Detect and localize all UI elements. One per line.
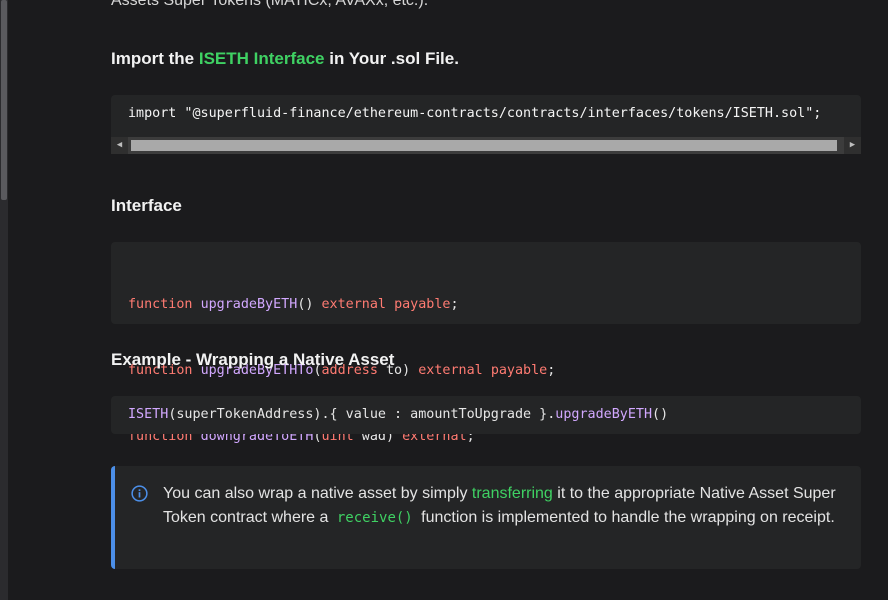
example-code: ISETH(superTokenAddress).{ value : amoun… <box>128 407 669 422</box>
example-heading: Example - Wrapping a Native Asset <box>111 350 395 369</box>
iseth-interface-link[interactable]: ISETH Interface <box>199 49 325 68</box>
import-code: import "@superfluid-finance/ethereum-con… <box>128 106 822 121</box>
page-scrollbar-thumb[interactable] <box>1 0 7 200</box>
info-admonition: You can also wrap a native asset by simp… <box>111 466 861 569</box>
import-heading: Import the ISETH Interface in Your .sol … <box>111 49 459 69</box>
code-line: function upgradeByETH() external payable… <box>128 297 459 312</box>
import-code-block: import "@superfluid-finance/ethereum-con… <box>111 95 861 154</box>
interface-code-block: function upgradeByETH() external payable… <box>111 242 861 444</box>
info-icon <box>131 485 148 502</box>
page-scrollbar[interactable] <box>0 0 8 600</box>
code-horizontal-scrollbar[interactable]: ◀ ▶ <box>111 137 861 154</box>
paragraph-text: Assets Super Tokens (MATICx, AVAXx, etc.… <box>111 0 429 9</box>
import-heading-post: in Your .sol File. <box>324 49 459 68</box>
scroll-left-icon[interactable]: ◀ <box>111 137 128 154</box>
scroll-right-icon[interactable]: ▶ <box>844 137 861 154</box>
inline-code: receive() <box>336 510 413 526</box>
import-heading-pre: Import the <box>111 49 199 68</box>
transferring-link[interactable]: transferring <box>472 485 553 502</box>
example-code-block: ISETH(superTokenAddress).{ value : amoun… <box>111 396 861 434</box>
interface-heading: Interface <box>111 196 182 215</box>
scrollbar-thumb[interactable] <box>131 140 837 151</box>
info-text: You can also wrap a native asset by simp… <box>163 485 836 526</box>
